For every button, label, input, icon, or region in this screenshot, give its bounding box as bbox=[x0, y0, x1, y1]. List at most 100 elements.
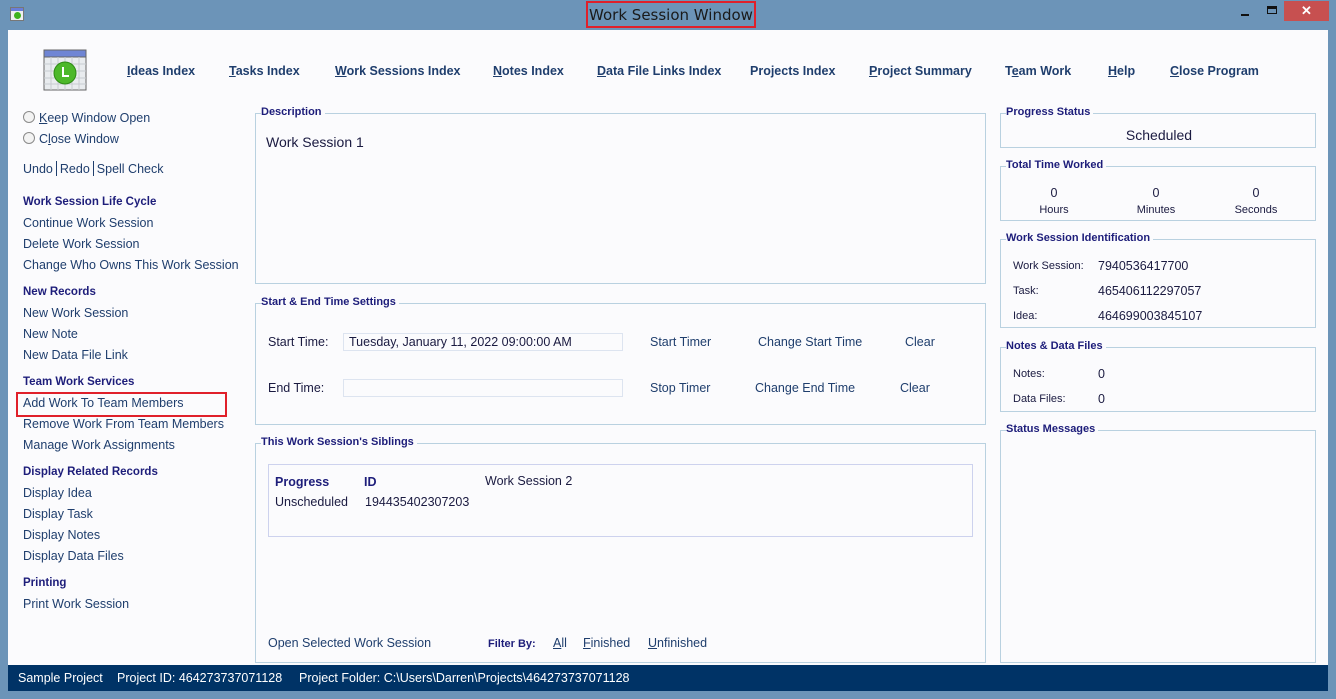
new-note-link[interactable]: New Note bbox=[23, 327, 78, 341]
column-header-progress[interactable]: Progress bbox=[275, 475, 329, 489]
add-work-to-team-members-link[interactable]: Add Work To Team Members bbox=[23, 396, 183, 410]
maximize-button[interactable] bbox=[1260, 1, 1286, 21]
sibling-id[interactable]: 194435402307203 bbox=[365, 495, 469, 509]
siblings-list[interactable]: Progress ID Work Session 2 Unscheduled 1… bbox=[268, 464, 973, 537]
remove-work-from-team-members-link[interactable]: Remove Work From Team Members bbox=[23, 417, 224, 431]
time-settings-group: Start & End Time Settings Start Time: Tu… bbox=[255, 296, 986, 425]
app-calendar-icon[interactable] bbox=[10, 7, 24, 21]
description-textarea[interactable]: Work Session 1 bbox=[266, 134, 364, 150]
section-heading-printing: Printing bbox=[23, 577, 67, 589]
section-heading-new-records: New Records bbox=[23, 286, 96, 298]
end-time-label: End Time: bbox=[268, 381, 325, 395]
minutes-label: Minutes bbox=[1136, 204, 1176, 216]
filter-all[interactable]: All bbox=[553, 636, 567, 650]
minimize-button[interactable] bbox=[1232, 1, 1258, 21]
close-button[interactable]: ✕ bbox=[1284, 1, 1329, 21]
radio-circle-icon bbox=[23, 111, 35, 123]
stop-timer-button[interactable]: Stop Timer bbox=[650, 381, 710, 395]
continue-work-session-link[interactable]: Continue Work Session bbox=[23, 216, 153, 230]
section-heading-team-work: Team Work Services bbox=[23, 376, 135, 388]
idea-id-label: Idea: bbox=[1013, 310, 1038, 322]
siblings-title: This Work Session's Siblings bbox=[261, 436, 417, 448]
spell-check-button[interactable]: Spell Check bbox=[97, 162, 164, 176]
time-settings-title: Start & End Time Settings bbox=[261, 296, 399, 308]
nav-projects-index[interactable]: Projects Index bbox=[750, 64, 835, 78]
redo-button[interactable]: Redo bbox=[60, 162, 90, 176]
notes-label: Notes: bbox=[1013, 368, 1045, 380]
description-group: Description Work Session 1 bbox=[255, 106, 986, 284]
seconds-label: Seconds bbox=[1234, 204, 1278, 216]
filter-finished[interactable]: Finished bbox=[583, 636, 630, 650]
nav-work-sessions-index[interactable]: Work Sessions Index bbox=[335, 64, 461, 78]
project-id: Project ID: 464273737071128 bbox=[117, 671, 283, 685]
start-timer-button[interactable]: Start Timer bbox=[650, 335, 711, 349]
nav-data-file-links-index[interactable]: Data File Links Index bbox=[597, 64, 721, 78]
close-window-radio[interactable]: Close Window bbox=[23, 132, 119, 146]
keep-window-open-radio[interactable]: Keep Window Open bbox=[23, 111, 150, 125]
window-title: Work Session Window bbox=[586, 1, 756, 28]
status-messages-title: Status Messages bbox=[1006, 423, 1099, 435]
nav-close-program[interactable]: Close Program bbox=[1170, 64, 1259, 78]
progress-status-title: Progress Status bbox=[1006, 106, 1094, 118]
start-time-label: Start Time: bbox=[268, 335, 329, 349]
nav-tasks-index[interactable]: Tasks Index bbox=[229, 64, 300, 78]
work-session-id-label: Work Session: bbox=[1013, 260, 1084, 272]
nav-project-summary[interactable]: Project Summary bbox=[869, 64, 972, 78]
nav-team-work[interactable]: Team Work bbox=[1005, 64, 1071, 78]
new-work-session-link[interactable]: New Work Session bbox=[23, 306, 128, 320]
sibling-progress[interactable]: Unscheduled bbox=[275, 495, 348, 509]
open-selected-work-session-button[interactable]: Open Selected Work Session bbox=[268, 636, 431, 650]
total-time-worked-group: Total Time Worked 0 Hours 0 Minutes 0 Se… bbox=[1000, 159, 1316, 221]
column-header-id[interactable]: ID bbox=[364, 475, 377, 489]
start-time-field[interactable]: Tuesday, January 11, 2022 09:00:00 AM bbox=[343, 333, 623, 351]
nav-ideas-index[interactable]: Ideas Index bbox=[127, 64, 195, 78]
data-files-label: Data Files: bbox=[1013, 393, 1066, 405]
sibling-name[interactable]: Work Session 2 bbox=[485, 474, 572, 488]
section-heading-life-cycle: Work Session Life Cycle bbox=[23, 196, 157, 208]
title-bar: Work Session Window ✕ bbox=[0, 0, 1336, 30]
status-messages-group: Status Messages bbox=[1000, 423, 1316, 663]
manage-work-assignments-link[interactable]: Manage Work Assignments bbox=[23, 438, 175, 452]
identification-title: Work Session Identification bbox=[1006, 232, 1154, 244]
idea-id-value: 464699003845107 bbox=[1098, 309, 1203, 323]
notes-count: 0 bbox=[1098, 367, 1105, 381]
work-session-id-value: 7940536417700 bbox=[1098, 259, 1189, 273]
project-folder: Project Folder: C:\Users\Darren\Projects… bbox=[299, 671, 630, 685]
filter-by-label: Filter By: bbox=[488, 638, 536, 650]
status-bar: Sample Project Project ID: 4642737370711… bbox=[8, 665, 1328, 691]
radio-circle-icon bbox=[23, 132, 35, 144]
end-time-field[interactable] bbox=[343, 379, 623, 397]
task-id-value: 465406112297057 bbox=[1098, 284, 1202, 298]
siblings-group: This Work Session's Siblings Progress ID… bbox=[255, 436, 986, 663]
task-id-label: Task: bbox=[1013, 285, 1039, 297]
display-task-link[interactable]: Display Task bbox=[23, 507, 93, 521]
display-data-files-link[interactable]: Display Data Files bbox=[23, 549, 124, 563]
clear-start-button[interactable]: Clear bbox=[905, 335, 935, 349]
clear-end-button[interactable]: Clear bbox=[900, 381, 930, 395]
display-idea-link[interactable]: Display Idea bbox=[23, 486, 92, 500]
undo-button[interactable]: Undo bbox=[23, 162, 53, 176]
notes-files-group: Notes & Data Files Notes: 0 Data Files: … bbox=[1000, 340, 1316, 412]
change-owner-link[interactable]: Change Who Owns This Work Session bbox=[23, 258, 239, 272]
section-heading-display-related: Display Related Records bbox=[23, 466, 158, 478]
nav-help[interactable]: Help bbox=[1108, 64, 1135, 78]
change-end-time-button[interactable]: Change End Time bbox=[755, 381, 855, 395]
separator bbox=[55, 161, 57, 176]
total-time-worked-title: Total Time Worked bbox=[1006, 159, 1107, 171]
hours-value: 0 bbox=[1050, 186, 1058, 200]
new-data-file-link-link[interactable]: New Data File Link bbox=[23, 348, 128, 362]
filter-unfinished[interactable]: Unfinished bbox=[648, 636, 707, 650]
description-title: Description bbox=[261, 106, 325, 118]
separator bbox=[92, 161, 94, 176]
display-notes-link[interactable]: Display Notes bbox=[23, 528, 100, 542]
change-start-time-button[interactable]: Change Start Time bbox=[758, 335, 862, 349]
calendar-clock-icon bbox=[43, 49, 87, 91]
edit-actions: Undo Redo Spell Check bbox=[23, 161, 163, 176]
nav-notes-index[interactable]: Notes Index bbox=[493, 64, 564, 78]
identification-group: Work Session Identification Work Session… bbox=[1000, 232, 1316, 328]
progress-status-value: Scheduled bbox=[1125, 127, 1193, 143]
data-files-count: 0 bbox=[1098, 392, 1105, 406]
delete-work-session-link[interactable]: Delete Work Session bbox=[23, 237, 140, 251]
print-work-session-link[interactable]: Print Work Session bbox=[23, 597, 129, 611]
minutes-value: 0 bbox=[1152, 186, 1160, 200]
